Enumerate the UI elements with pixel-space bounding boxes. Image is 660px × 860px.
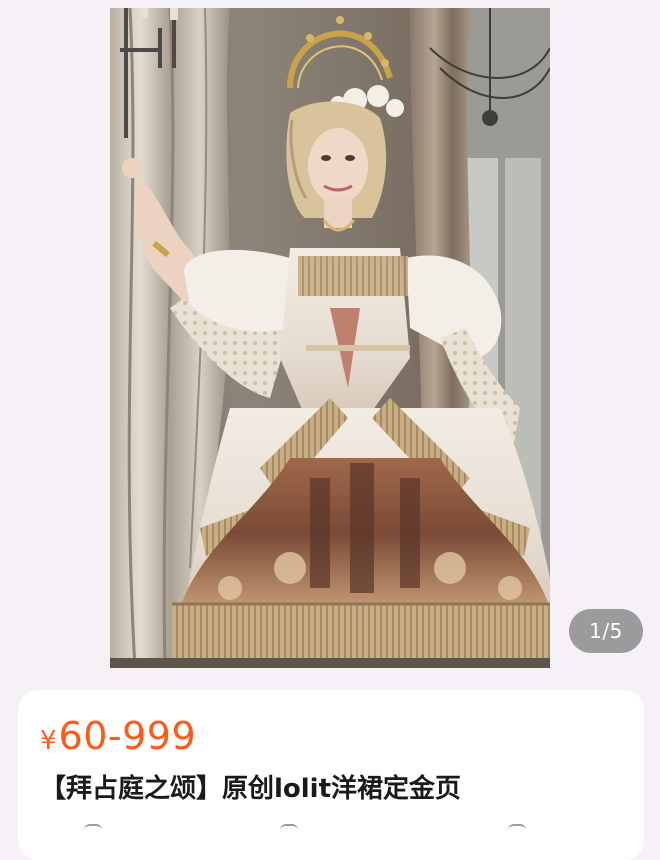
action-icon[interactable] <box>280 824 298 832</box>
product-image-gallery[interactable]: 1/5 <box>0 0 660 690</box>
product-photo[interactable] <box>110 8 550 668</box>
product-price: ¥60-999 <box>40 714 196 758</box>
price-currency: ¥ <box>40 726 57 756</box>
product-title[interactable]: 【拜占庭之颂】原创lolit洋裙定金页 <box>40 768 630 805</box>
image-counter: 1/5 <box>569 609 643 653</box>
action-icon[interactable] <box>84 824 102 832</box>
product-photo-illustration <box>110 8 550 668</box>
price-amount: 60-999 <box>58 714 197 758</box>
product-info-card: ¥60-999 【拜占庭之颂】原创lolit洋裙定金页 <box>18 690 644 860</box>
action-row-peek <box>18 820 644 840</box>
action-icon[interactable] <box>508 824 526 832</box>
